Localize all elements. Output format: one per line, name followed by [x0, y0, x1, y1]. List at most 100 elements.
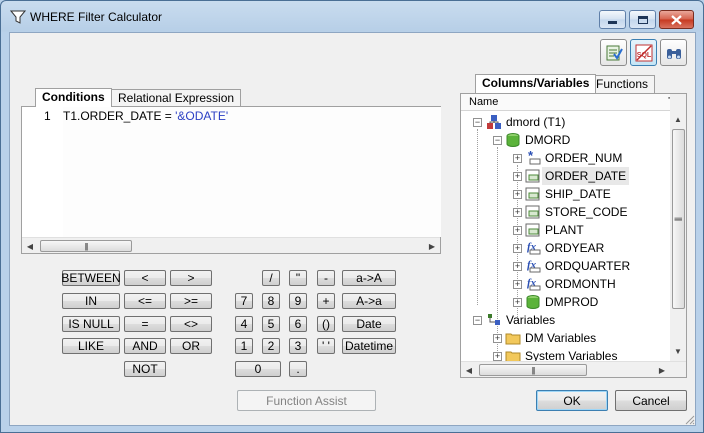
- expand-icon[interactable]: +: [493, 352, 502, 361]
- tree-item-table[interactable]: − DMORD: [461, 131, 670, 149]
- expand-icon[interactable]: +: [513, 280, 522, 289]
- condition-editor[interactable]: 1 T1.ORDER_DATE = '&ODATE' ◀ ||| ▶: [21, 106, 441, 254]
- expand-icon[interactable]: +: [513, 154, 522, 163]
- expand-icon[interactable]: +: [493, 334, 502, 343]
- key-2-button[interactable]: 2: [262, 338, 280, 354]
- between-button[interactable]: BETWEEN: [61, 270, 121, 286]
- expand-icon[interactable]: +: [513, 190, 522, 199]
- expand-icon[interactable]: +: [513, 244, 522, 253]
- plus-button[interactable]: +: [317, 293, 335, 309]
- tab-functions[interactable]: Functions: [589, 75, 656, 93]
- upper-to-lower-button[interactable]: A->a: [342, 293, 396, 309]
- tree-item-store-code[interactable]: + STORE_CODE: [461, 203, 670, 221]
- tab-conditions[interactable]: Conditions: [35, 88, 112, 107]
- key-3-button[interactable]: 3: [289, 338, 307, 354]
- is-null-button[interactable]: IS NULL: [62, 316, 120, 332]
- greater-than-button[interactable]: >: [170, 270, 212, 286]
- dot-button[interactable]: .: [289, 361, 307, 377]
- parens-button[interactable]: (): [317, 316, 335, 332]
- scrollbar-thumb[interactable]: |||: [40, 240, 132, 252]
- scroll-left-icon[interactable]: ◀: [22, 238, 38, 254]
- collapse-icon[interactable]: −: [493, 136, 502, 145]
- key-7-button[interactable]: 7: [235, 293, 253, 309]
- tree-item-ordquarter[interactable]: + fx ORDQUARTER: [461, 257, 670, 275]
- collapse-icon[interactable]: −: [473, 118, 482, 127]
- single-quote-button[interactable]: ' ': [317, 338, 335, 354]
- expand-icon[interactable]: +: [513, 208, 522, 217]
- tab-columns-variables-label: Columns/Variables: [482, 76, 590, 90]
- function-column-icon: fx: [527, 277, 541, 291]
- less-equal-button[interactable]: <=: [124, 293, 166, 309]
- maximize-button[interactable]: [629, 10, 656, 29]
- tab-relational-expression[interactable]: Relational Expression: [111, 89, 242, 107]
- sql-button[interactable]: SQL: [630, 39, 657, 66]
- tree-item-order-date[interactable]: + ORDER_DATE: [461, 167, 670, 185]
- minimize-button[interactable]: [599, 10, 626, 29]
- key-4-button[interactable]: 4: [235, 316, 253, 332]
- greater-equal-button[interactable]: >=: [170, 293, 212, 309]
- expand-icon[interactable]: +: [513, 262, 522, 271]
- scrollbar-thumb[interactable]: |||: [479, 364, 587, 376]
- close-button[interactable]: [659, 10, 694, 29]
- scroll-right-icon[interactable]: ▶: [654, 362, 670, 377]
- scroll-right-icon[interactable]: ▶: [424, 238, 440, 254]
- line-number-gutter: 1: [22, 107, 62, 237]
- tree-item-ordmonth[interactable]: + fx ORDMONTH: [461, 275, 670, 293]
- expand-icon[interactable]: +: [513, 172, 522, 181]
- scroll-down-icon[interactable]: ▼: [670, 343, 686, 359]
- resize-grip-icon[interactable]: [683, 413, 695, 425]
- scrollbar-thumb[interactable]: |||: [672, 129, 685, 309]
- grip-icon: |||: [84, 241, 88, 251]
- find-button[interactable]: [660, 39, 687, 66]
- ok-button[interactable]: OK: [536, 390, 608, 411]
- tree-item-dmprod[interactable]: + DMPROD: [461, 293, 670, 311]
- key-6-button[interactable]: 6: [289, 316, 307, 332]
- not-button[interactable]: NOT: [124, 361, 166, 377]
- scroll-left-icon[interactable]: ◀: [461, 362, 477, 377]
- tree-item-dm-variables[interactable]: + DM Variables: [461, 329, 670, 347]
- tree-item-root[interactable]: − dmord (T1): [461, 113, 670, 131]
- datetime-button[interactable]: Datetime: [342, 338, 396, 354]
- expand-icon[interactable]: +: [513, 226, 522, 235]
- column-label: STORE_CODE: [545, 205, 628, 219]
- key-0-button[interactable]: 0: [235, 361, 281, 377]
- expand-icon[interactable]: +: [513, 298, 522, 307]
- tree-item-variables[interactable]: − Variables: [461, 311, 670, 329]
- date-button[interactable]: Date: [342, 316, 396, 332]
- or-button[interactable]: OR: [170, 338, 212, 354]
- validate-button[interactable]: [600, 39, 627, 66]
- key-1-button[interactable]: 1: [235, 338, 253, 354]
- less-than-button[interactable]: <: [124, 270, 166, 286]
- function-assist-button[interactable]: Function Assist: [237, 390, 376, 411]
- columns-variables-tree[interactable]: Name Tab − dmord (T: [460, 93, 687, 378]
- double-quote-button[interactable]: ": [289, 270, 307, 286]
- code-string-literal: '&ODATE': [175, 109, 229, 123]
- tab-columns-variables[interactable]: Columns/Variables: [475, 74, 597, 93]
- tree-item-ordyear[interactable]: + fx ORDYEAR: [461, 239, 670, 257]
- minus-button[interactable]: -: [317, 270, 335, 286]
- not-equal-button[interactable]: <>: [170, 316, 212, 332]
- editor-horizontal-scrollbar[interactable]: ◀ ||| ▶: [22, 237, 440, 253]
- column-label: ORDMONTH: [545, 277, 616, 291]
- key-8-button[interactable]: 8: [262, 293, 280, 309]
- tree-horizontal-scrollbar[interactable]: ◀ ||| ▶: [461, 361, 686, 377]
- in-button[interactable]: IN: [62, 293, 120, 309]
- scroll-up-icon[interactable]: ▲: [670, 111, 686, 127]
- collapse-icon[interactable]: −: [473, 316, 482, 325]
- tree-vertical-scrollbar[interactable]: ▲ ||| ▼: [670, 94, 686, 361]
- tree-item-order-num[interactable]: + * ORDER_NUM: [461, 149, 670, 167]
- equals-button[interactable]: =: [124, 316, 166, 332]
- and-button[interactable]: AND: [124, 338, 166, 354]
- tree-variables-label: Variables: [506, 313, 556, 327]
- dialog-window: WHERE Filter Calculator SQL Conditions R…: [0, 0, 704, 433]
- function-column-icon: fx: [527, 259, 541, 273]
- key-9-button[interactable]: 9: [289, 293, 307, 309]
- tree-item-ship-date[interactable]: + SHIP_DATE: [461, 185, 670, 203]
- lower-to-upper-button[interactable]: a->A: [342, 270, 396, 286]
- code-area[interactable]: T1.ORDER_DATE = '&ODATE': [63, 107, 441, 237]
- divide-button[interactable]: /: [262, 270, 280, 286]
- cancel-button[interactable]: Cancel: [615, 390, 687, 411]
- like-button[interactable]: LIKE: [62, 338, 120, 354]
- key-5-button[interactable]: 5: [262, 316, 280, 332]
- tree-item-plant[interactable]: + PLANT: [461, 221, 670, 239]
